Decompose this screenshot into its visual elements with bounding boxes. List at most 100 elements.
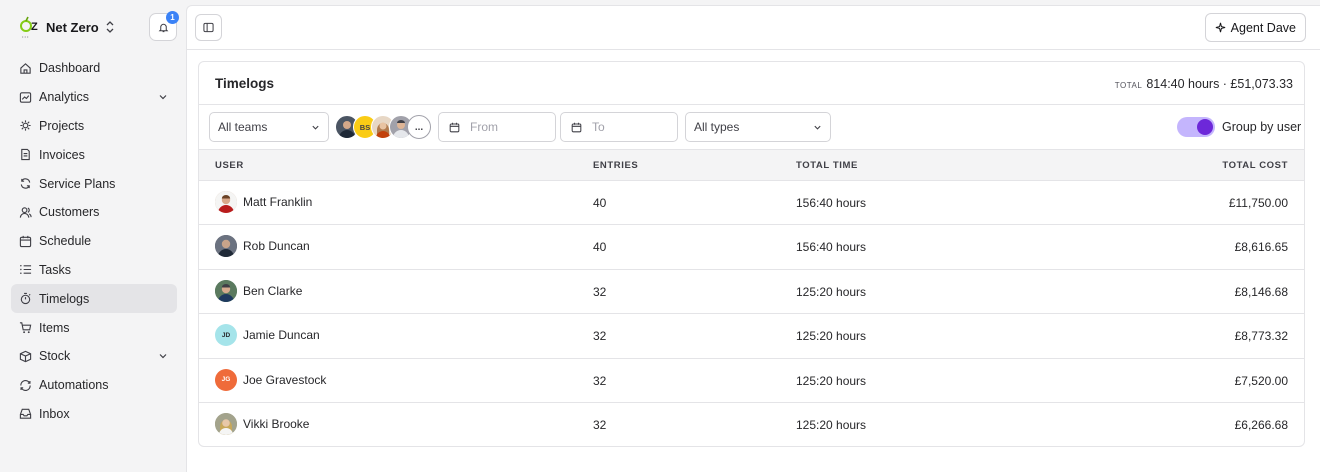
teams-select[interactable]: All teams (209, 112, 329, 142)
avatar: JD (215, 324, 237, 347)
user-name[interactable]: Rob Duncan (243, 239, 310, 253)
from-date-placeholder: From (470, 120, 498, 134)
sidebar-nav: Dashboard Analytics Projects Invoices Se… (11, 54, 177, 428)
avatar-initials: BS (359, 122, 371, 132)
total-cost-cell: £8,616.65 (1234, 240, 1288, 255)
timelogs-card: Timelogs TOTAL 814:40 hours · £51,073.33… (198, 61, 1305, 447)
more-users-button[interactable]: ... (407, 115, 431, 139)
table-row[interactable]: Rob Duncan 40 156:40 hours £8,616.65 (199, 225, 1304, 270)
table-row[interactable]: Ben Clarke 32 125:20 hours £8,146.68 (199, 270, 1304, 315)
total-cost-cell: £8,146.68 (1234, 284, 1288, 299)
user-name[interactable]: Vikki Brooke (243, 417, 309, 431)
total-time-cell: 156:40 hours (796, 240, 867, 255)
calendar-icon (571, 122, 582, 132)
sidebar-item-service-plans[interactable]: Service Plans (11, 169, 177, 198)
toggle-sidebar-button[interactable] (195, 14, 222, 41)
timer-icon (20, 293, 31, 305)
invoice-icon (21, 149, 30, 161)
total-cost-cell: £8,773.32 (1234, 329, 1288, 344)
column-header-entries[interactable]: ENTRIES (593, 160, 638, 171)
user-cell: Ben Clarke (215, 279, 302, 302)
from-date-field[interactable]: From (438, 112, 556, 142)
sidebar-item-label: Timelogs (39, 291, 90, 306)
chevron-down-icon (814, 125, 821, 130)
total-time-cell: 125:20 hours (796, 373, 867, 388)
sidebar-item-customers[interactable]: Customers (11, 198, 177, 227)
sidebar-item-label: Invoices (39, 147, 85, 162)
chevron-down-icon[interactable] (158, 351, 168, 361)
chevron-down-icon (312, 125, 319, 130)
user-cell: JD Jamie Duncan (215, 324, 320, 347)
users-icon (19, 207, 32, 218)
total-cost-cell: £7,520.00 (1234, 373, 1288, 388)
table-row[interactable]: Vikki Brooke 32 125:20 hours £6,266.68 (199, 403, 1304, 446)
total-value: 814:40 hours · £51,073.33 (1146, 77, 1293, 91)
page-title: Timelogs (215, 76, 275, 91)
column-header-total-cost[interactable]: TOTAL COST (1222, 160, 1288, 171)
sidebar-item-schedule[interactable]: Schedule (11, 227, 177, 256)
sidebar-item-projects[interactable]: Projects (11, 112, 177, 141)
types-select[interactable]: All types (685, 112, 831, 142)
entries-cell: 32 (593, 373, 607, 388)
brand-logo: Z • • • (20, 15, 40, 39)
entries-cell: 40 (593, 196, 607, 210)
chevron-down-icon[interactable] (158, 92, 168, 102)
svg-text:Z: Z (31, 21, 38, 33)
sidebar-item-label: Analytics (39, 90, 90, 105)
user-name[interactable]: Ben Clarke (243, 284, 302, 298)
top-bar: Agent Dave (187, 6, 1320, 50)
user-name[interactable]: Jamie Duncan (243, 328, 320, 342)
column-header-total-time[interactable]: TOTAL TIME (796, 160, 858, 171)
sidebar-item-items[interactable]: Items (11, 313, 177, 342)
chevron-updown-icon (106, 21, 114, 33)
group-by-user-label: Group by user (1222, 120, 1302, 134)
group-by-user-toggle[interactable] (1177, 117, 1215, 137)
total-time-cell: 156:40 hours (796, 196, 867, 210)
user-name[interactable]: Joe Gravestock (243, 373, 326, 387)
projects-icon (20, 120, 31, 132)
column-header-user[interactable]: USER (215, 160, 244, 171)
sidebar-item-label: Dashboard (39, 61, 101, 76)
sidebar-item-timelogs[interactable]: Timelogs (11, 284, 177, 314)
sidebar-item-dashboard[interactable]: Dashboard (11, 54, 177, 83)
avatar-initials: JD (221, 331, 231, 339)
sidebar-item-tasks[interactable]: Tasks (11, 256, 177, 285)
automation-icon (20, 379, 31, 391)
totals-summary: TOTAL 814:40 hours · £51,073.33 (1115, 77, 1293, 91)
workspace-name: Net Zero (46, 19, 99, 35)
workspace-switcher[interactable]: Z • • • Net Zero (20, 14, 115, 40)
user-avatar-filter: BS ... (335, 115, 431, 141)
sidebar-item-analytics[interactable]: Analytics (11, 83, 177, 112)
total-cost-cell: £11,750.00 (1228, 196, 1288, 210)
cart-icon (19, 322, 32, 334)
sidebar-item-invoices[interactable]: Invoices (11, 140, 177, 169)
avatar: JG (215, 368, 237, 391)
avatar-initials: JG (221, 376, 231, 384)
bell-icon (158, 23, 168, 32)
table-row[interactable]: JG Joe Gravestock 32 125:20 hours £7,520.00 (199, 359, 1304, 403)
avatar (215, 279, 237, 302)
sidebar-item-label: Schedule (39, 234, 92, 249)
sidebar-item-label: Projects (39, 118, 85, 133)
sidebar-item-inbox[interactable]: Inbox (11, 400, 177, 429)
agent-button[interactable]: Agent Dave (1204, 13, 1306, 42)
toggle-knob (1197, 119, 1213, 135)
inbox-icon (19, 409, 32, 420)
total-time-cell: 125:20 hours (796, 418, 867, 432)
avatar (215, 413, 237, 435)
filter-bar: All teams BS ... From To All types Group… (199, 105, 1304, 150)
table-row[interactable]: Matt Franklin 40 156:40 hours £11,750.00 (199, 181, 1304, 226)
user-name[interactable]: Matt Franklin (243, 195, 312, 209)
sidebar-item-label: Tasks (39, 262, 71, 277)
sidebar-item-label: Stock (39, 349, 71, 364)
to-date-field[interactable]: To (560, 112, 678, 142)
sidebar-item-stock[interactable]: Stock (11, 342, 177, 371)
sidebar-item-automations[interactable]: Automations (11, 371, 177, 400)
table-row[interactable]: JD Jamie Duncan 32 125:20 hours £8,773.32 (199, 314, 1304, 359)
home-icon (20, 62, 31, 74)
user-cell: JG Joe Gravestock (215, 368, 326, 391)
user-cell: Matt Franklin (215, 191, 312, 213)
sidebar-item-label: Service Plans (39, 176, 116, 191)
refresh-icon (20, 178, 31, 189)
teams-select-value: All teams (218, 120, 268, 134)
